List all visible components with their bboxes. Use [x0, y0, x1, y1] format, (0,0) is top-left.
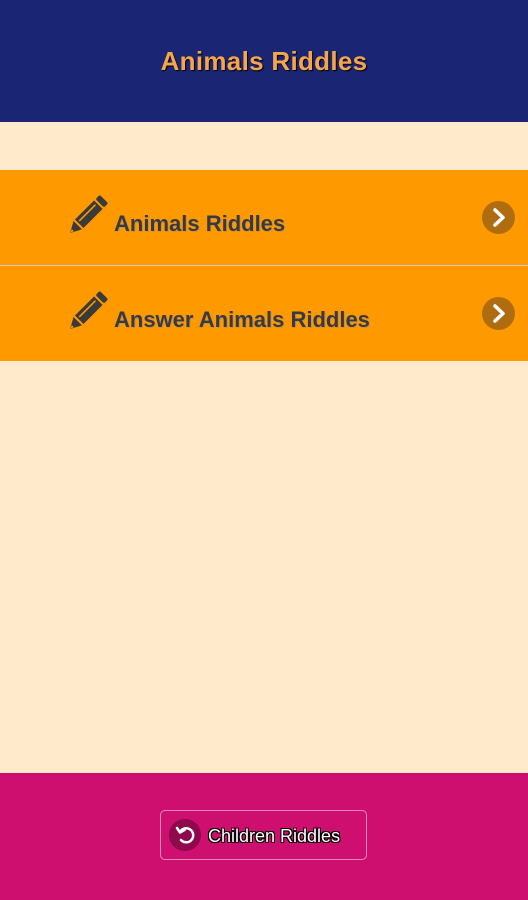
page-title: Animals Riddles [160, 45, 368, 76]
app-header: Animals Riddles [0, 0, 528, 122]
chevron-right-icon[interactable] [482, 201, 515, 234]
pencil-icon [70, 291, 108, 329]
back-to-children-riddles-button[interactable]: Children Riddles [160, 810, 367, 860]
menu-item-label: Animals Riddles [114, 211, 286, 236]
pencil-icon [70, 195, 108, 233]
chevron-right-icon[interactable] [482, 297, 515, 330]
menu-item-animals-riddles[interactable]: Animals Riddles [0, 170, 528, 265]
content-area: Animals Riddles Answer Animals Riddles [0, 122, 528, 773]
undo-icon [169, 819, 201, 851]
footer-bar: Children Riddles [0, 773, 528, 900]
back-button-label: Children Riddles [208, 826, 341, 846]
menu-item-answer-animals-riddles[interactable]: Answer Animals Riddles [0, 266, 528, 361]
menu-item-label: Answer Animals Riddles [114, 307, 370, 332]
